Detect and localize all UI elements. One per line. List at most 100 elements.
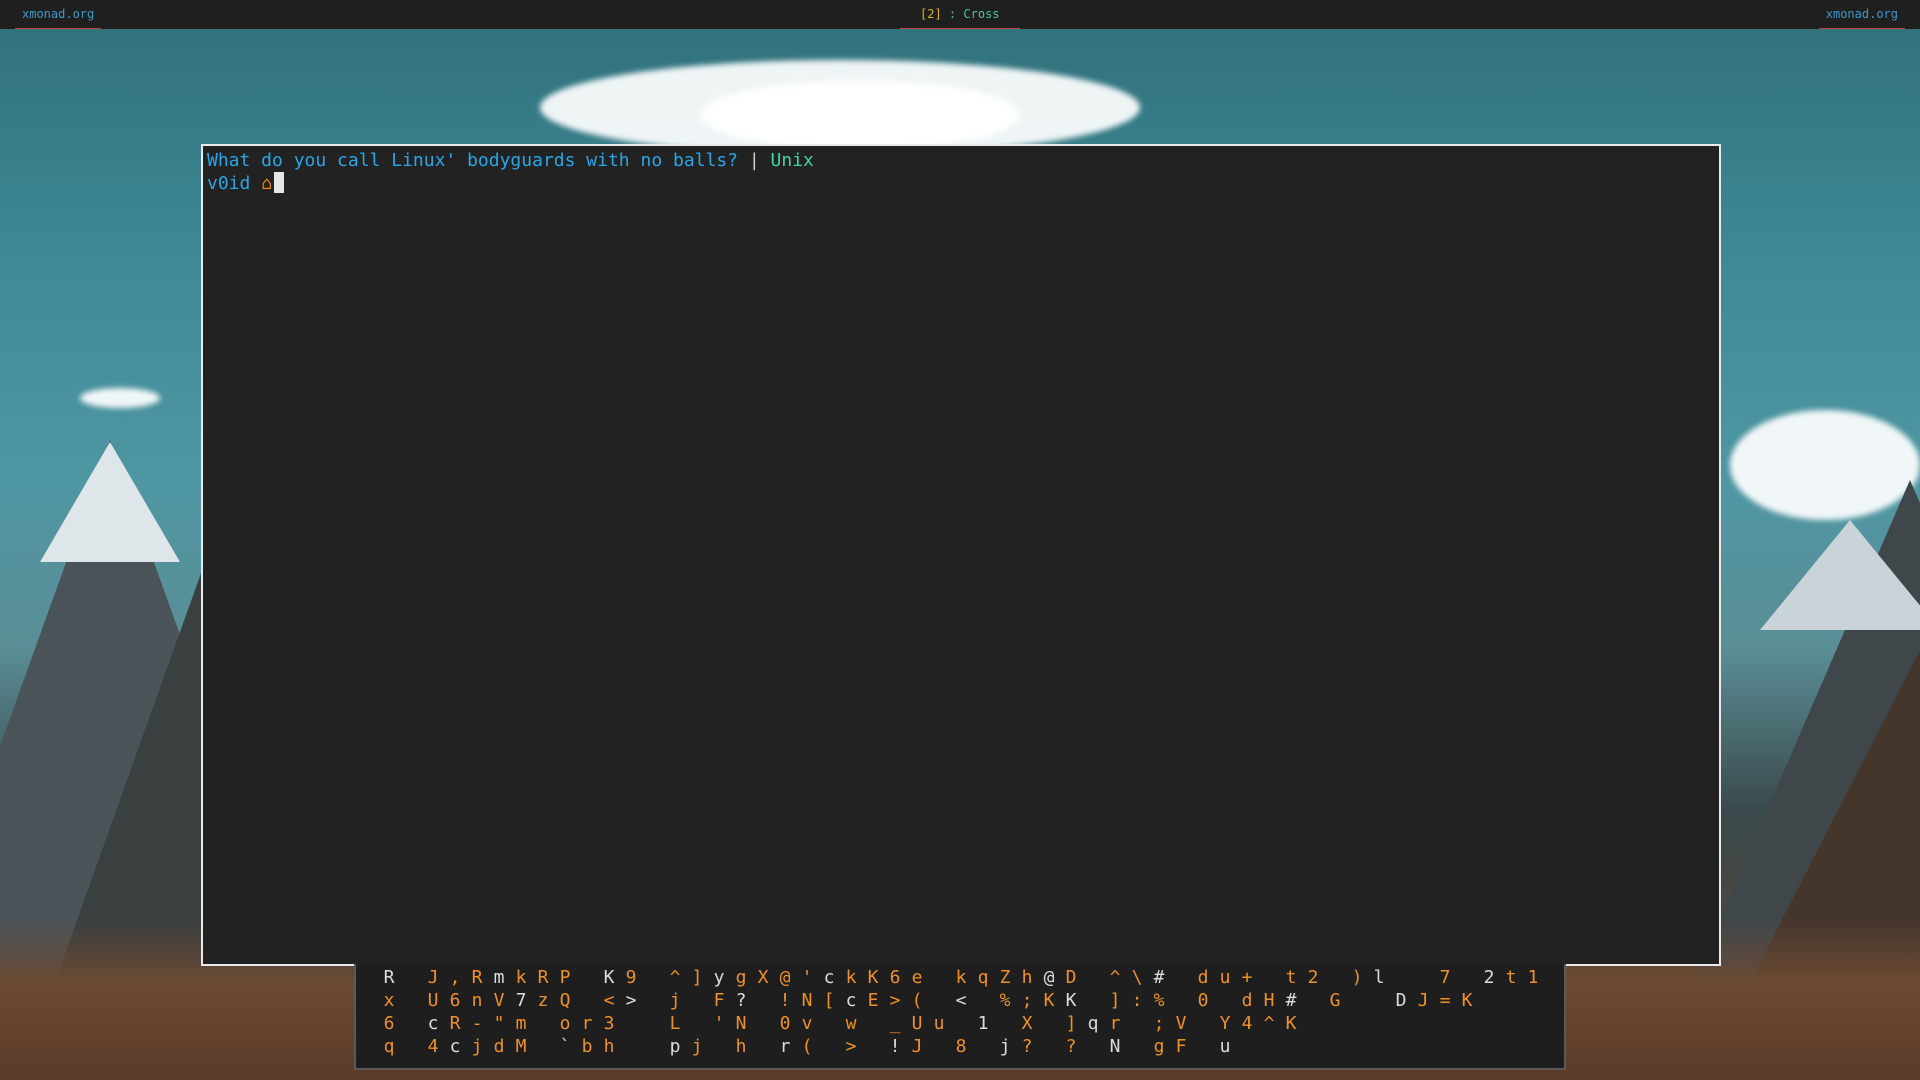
matrix-glyph: ] [691, 967, 703, 988]
terminal-prompt-line[interactable]: v0id ⌂ [207, 172, 285, 195]
matrix-row: R J, Rm k R P K 9 ^] y g X @ ' c k K 6 e k q Zh @ D ^ \ # d u + t 2) l 7 2… [378, 966, 1544, 989]
matrix-glyph: n [471, 990, 483, 1011]
matrix-glyph [950, 1012, 972, 1035]
matrix-glyph: r [581, 1013, 593, 1034]
matrix-glyph [928, 966, 950, 989]
matrix-glyph [400, 966, 422, 989]
matrix-glyph: " [493, 1013, 505, 1034]
workspace-separator: : [941, 7, 964, 21]
matrix-glyph: 8 [955, 1036, 967, 1057]
matrix-glyph: h [603, 1036, 615, 1057]
matrix-glyph [862, 1012, 884, 1035]
matrix-glyph: N [1109, 1036, 1121, 1057]
matrix-glyph [818, 1012, 840, 1035]
wallpaper-cloud [700, 80, 1020, 150]
matrix-glyph: < [603, 990, 615, 1011]
matrix-glyph: N [801, 990, 813, 1011]
matrix-glyph: w [845, 1013, 857, 1034]
matrix-glyph: x [383, 990, 395, 1011]
matrix-glyph: 2 [1307, 967, 1319, 988]
matrix-glyph [972, 989, 994, 1012]
matrix-glyph: D [1395, 990, 1407, 1011]
matrix-glyph: ^ [669, 967, 681, 988]
matrix-glyph: L [669, 1013, 681, 1034]
matrix-glyph: e [911, 967, 923, 988]
matrix-glyph: k [955, 967, 967, 988]
matrix-glyph: k [515, 967, 527, 988]
matrix-glyph: Y [1219, 1013, 1231, 1034]
matrix-glyph: u [1219, 967, 1231, 988]
matrix-glyph: = [1439, 990, 1451, 1011]
matrix-glyph [686, 1012, 708, 1035]
matrix-glyph [532, 1035, 554, 1058]
matrix-glyph: ` [559, 1036, 571, 1057]
matrix-glyph [642, 989, 664, 1012]
matrix-glyph: 4 [1241, 1013, 1253, 1034]
matrix-glyph: N [735, 1013, 747, 1034]
matrix-glyph: y [713, 967, 725, 988]
matrix-glyph: ! [889, 1036, 901, 1057]
joke-question: What do you call Linux' bodyguards with … [207, 150, 739, 171]
xmonad-link-left[interactable]: xmonad.org [15, 0, 102, 29]
matrix-glyph: G [1329, 990, 1341, 1011]
matrix-glyph [1126, 1012, 1148, 1035]
matrix-glyph: J [911, 1036, 923, 1057]
matrix-glyph: _ [889, 1013, 901, 1034]
matrix-glyph: 6 [889, 967, 901, 988]
matrix-glyph [1192, 1035, 1214, 1058]
matrix-glyph: P [559, 967, 571, 988]
matrix-glyph: o [559, 1013, 571, 1034]
matrix-glyph: 6 [383, 1013, 395, 1034]
matrix-glyph: [ [823, 990, 835, 1011]
matrix-glyph [862, 1035, 884, 1058]
matrix-glyph: ; [1153, 1013, 1165, 1034]
matrix-glyph [576, 989, 598, 1012]
matrix-glyph: c [449, 1036, 461, 1057]
matrix-rain-panel: R J, Rm k R P K 9 ^] y g X @ ' c k K 6 e k q Zh @ D ^ \ # d u + t 2) l 7 2… [354, 964, 1566, 1070]
matrix-glyph: 7 [515, 990, 527, 1011]
matrix-glyph: Q [559, 990, 571, 1011]
matrix-glyph [752, 989, 774, 1012]
xmonad-link-right[interactable]: xmonad.org [1818, 0, 1905, 29]
matrix-row: x U 6 n V 7 z Q < > j F?! N[c E >(<%; K K]:% 0 d H # G D J = K [378, 989, 1478, 1012]
matrix-glyph [1170, 966, 1192, 989]
text-cursor[interactable] [274, 172, 285, 193]
home-icon: ⌂ [261, 173, 273, 194]
terminal-window[interactable]: What do you call Linux' bodyguards with … [201, 144, 1721, 966]
matrix-glyph: ' [801, 967, 813, 988]
matrix-glyph: < [955, 990, 967, 1011]
matrix-glyph: v [801, 1013, 813, 1034]
matrix-glyph: c [427, 1013, 439, 1034]
matrix-glyph [620, 1012, 642, 1035]
matrix-glyph: % [1153, 990, 1165, 1011]
matrix-glyph: Z [999, 967, 1011, 988]
matrix-glyph: ? [735, 990, 747, 1011]
matrix-glyph: c [845, 990, 857, 1011]
matrix-glyph: d [1197, 967, 1209, 988]
matrix-glyph: m [493, 967, 505, 988]
matrix-glyph: 2 [1483, 967, 1495, 988]
matrix-glyph: % [999, 990, 1011, 1011]
matrix-glyph [1038, 1035, 1060, 1058]
matrix-glyph [1346, 989, 1368, 1012]
matrix-glyph: u [1219, 1036, 1231, 1057]
matrix-glyph: q [1087, 1013, 1099, 1034]
matrix-glyph [1038, 1012, 1060, 1035]
matrix-glyph: U [427, 990, 439, 1011]
workspace-indicator[interactable]: [2] : Cross [900, 0, 1020, 29]
matrix-glyph: 1 [1527, 967, 1539, 988]
matrix-glyph: j [471, 1036, 483, 1057]
matrix-glyph [576, 966, 598, 989]
matrix-glyph: 3 [603, 1013, 615, 1034]
matrix-glyph: J [1417, 990, 1429, 1011]
matrix-row: q 4 c j d M ` b h p j h r(>! J 8 j?? Ng Fu [378, 1035, 1236, 1058]
matrix-glyph [400, 1012, 422, 1035]
matrix-glyph [1170, 989, 1192, 1012]
matrix-glyph: K [867, 967, 879, 988]
matrix-glyph: R [383, 967, 395, 988]
joke-answer: Unix [770, 150, 814, 171]
matrix-glyph: ^ [1263, 1013, 1275, 1034]
matrix-glyph: t [1285, 967, 1297, 988]
matrix-glyph: ) [1351, 967, 1363, 988]
matrix-glyph: z [537, 990, 549, 1011]
